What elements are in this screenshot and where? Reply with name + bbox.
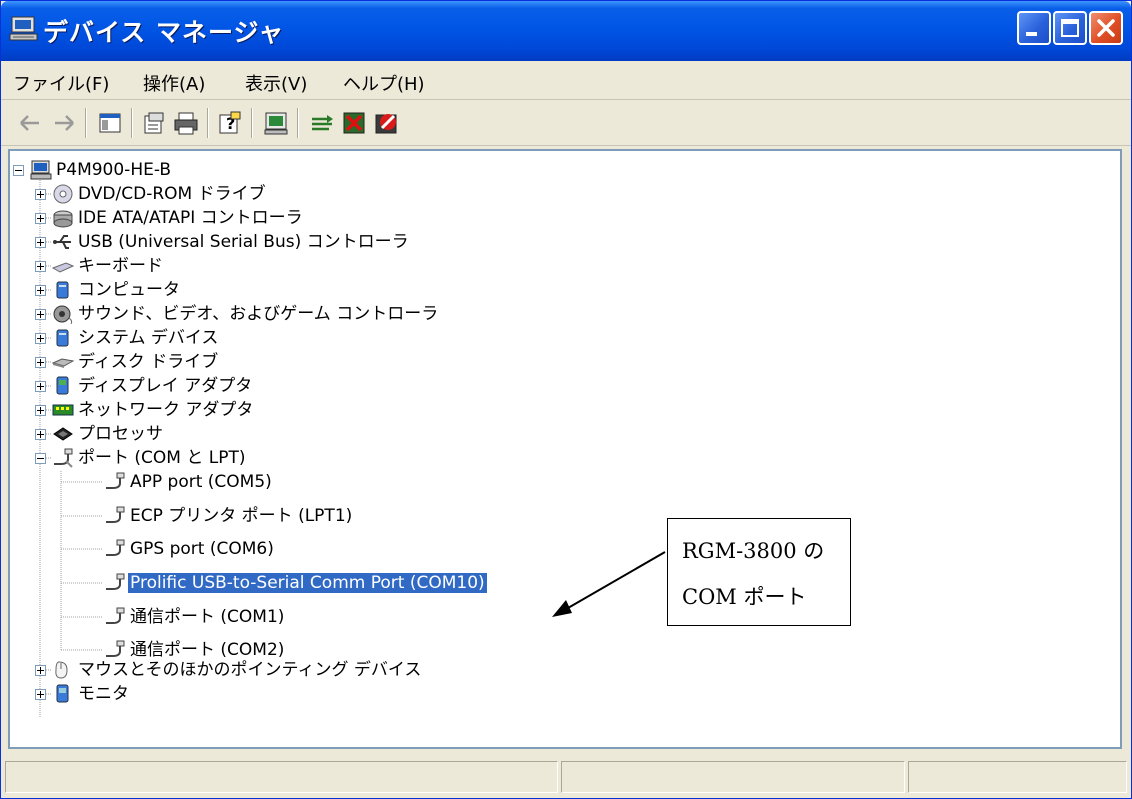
expand-toggle[interactable]	[35, 689, 46, 700]
back-icon[interactable]	[17, 110, 43, 136]
minimize-button[interactable]	[1017, 11, 1051, 45]
annotation-callout: RGM-3800 の COM ポート	[667, 518, 851, 626]
port-icon	[106, 640, 125, 657]
toolbar-separator	[85, 108, 87, 138]
category-label: ディスプレイ アダプタ	[78, 376, 253, 396]
expand-toggle[interactable]	[35, 665, 46, 676]
menu-bar: ファイル(F) 操作(A) 表示(V) ヘルプ(H)	[1, 61, 1131, 100]
annotation-line-1: RGM-3800 の	[682, 539, 825, 563]
help-icon[interactable]: ?	[217, 110, 243, 136]
properties-icon[interactable]	[141, 110, 167, 136]
menu-action[interactable]: 操作(A)	[143, 70, 205, 96]
disable-icon[interactable]	[373, 110, 399, 136]
computer-unit-icon	[56, 281, 69, 299]
dvd-drive-icon	[53, 184, 73, 204]
close-button[interactable]	[1089, 11, 1123, 45]
expand-toggle[interactable]	[35, 333, 46, 344]
port-label: ECP プリンタ ポート (LPT1)	[130, 506, 353, 526]
toolbar-separator	[297, 108, 299, 138]
maximize-button[interactable]	[1053, 11, 1087, 45]
category-label: プロセッサ	[78, 424, 163, 444]
print-icon[interactable]	[173, 110, 199, 136]
category-label: ディスク ドライブ	[78, 352, 219, 372]
network-adapter-icon	[52, 404, 74, 416]
category-label: IDE ATA/ATAPI コントローラ	[78, 208, 303, 228]
sound-icon	[53, 305, 73, 325]
port-icon	[106, 506, 125, 523]
category-label: USB (Universal Serial Bus) コントローラ	[78, 232, 409, 252]
update-driver-icon[interactable]	[309, 110, 335, 136]
toolbar-separator	[251, 108, 253, 138]
category-label: ネットワーク アダプタ	[78, 400, 254, 420]
port-icon	[106, 573, 125, 590]
port-icon	[106, 472, 125, 489]
expand-toggle[interactable]	[35, 309, 46, 320]
toolbar: ?	[1, 100, 1131, 146]
status-panel	[5, 761, 558, 793]
scan-hardware-icon[interactable]	[263, 110, 289, 136]
console-tree-icon[interactable]	[97, 110, 123, 136]
maximize-icon	[1061, 19, 1079, 37]
menu-help[interactable]: ヘルプ(H)	[343, 70, 425, 96]
port-label: 通信ポート (COM2)	[130, 640, 285, 660]
annotation-line-2: COM ポート	[682, 585, 807, 609]
expand-toggle[interactable]	[35, 213, 46, 224]
toolbar-separator	[207, 108, 209, 138]
expand-toggle[interactable]	[35, 429, 46, 440]
window-title: デバイス マネージャ	[43, 18, 285, 47]
category-label: キーボード	[78, 256, 163, 276]
port-label: Prolific USB-to-Serial Comm Port (COM10)	[127, 572, 488, 594]
close-icon	[1097, 19, 1115, 37]
usb-icon	[53, 235, 71, 249]
expand-toggle[interactable]	[35, 381, 46, 392]
category-label: コンピュータ	[78, 280, 180, 300]
category-label: DVD/CD-ROM ドライブ	[78, 184, 266, 204]
mouse-icon	[55, 661, 68, 679]
forward-icon[interactable]	[51, 110, 77, 136]
port-label: GPS port (COM6)	[130, 539, 274, 559]
category-label: ポート (COM と LPT)	[78, 448, 246, 468]
status-panel	[561, 761, 905, 793]
toolbar-separator	[131, 108, 133, 138]
category-label: マウスとそのほかのポインティング デバイス	[78, 660, 422, 680]
expand-toggle[interactable]	[35, 405, 46, 416]
status-bar	[1, 753, 1131, 798]
port-icon	[106, 539, 125, 556]
title-bar[interactable]: デバイス マネージャ	[1, 1, 1131, 61]
menu-view[interactable]: 表示(V)	[245, 70, 307, 96]
display-adapter-icon	[56, 376, 69, 395]
expand-toggle[interactable]	[35, 261, 46, 272]
expand-toggle[interactable]	[35, 357, 46, 368]
monitor-icon	[56, 684, 69, 703]
computer-icon	[30, 160, 52, 180]
device-tree[interactable]: P4M900-HE-B DVD/CD-ROM ドライブ IDE ATA/ATAP…	[8, 149, 1122, 749]
annotation-arrowhead	[552, 600, 572, 617]
processor-icon	[53, 427, 73, 441]
port-icon	[54, 448, 73, 468]
expand-toggle[interactable]	[35, 189, 46, 200]
expand-toggle[interactable]	[35, 237, 46, 248]
collapse-toggle[interactable]	[35, 453, 46, 464]
menu-file[interactable]: ファイル(F)	[13, 70, 109, 96]
tree-root-label: P4M900-HE-B	[56, 160, 172, 180]
device-manager-window: デバイス マネージャ ファイル(F) 操作(A) 表示(V) ヘルプ(H) ?	[0, 0, 1132, 799]
category-label: サウンド、ビデオ、およびゲーム コントローラ	[78, 304, 439, 324]
computer-icon	[9, 16, 38, 41]
uninstall-icon[interactable]	[341, 110, 367, 136]
system-device-icon	[56, 329, 69, 347]
disk-drive-icon	[52, 358, 74, 368]
category-label: モニタ	[78, 684, 129, 704]
port-label: 通信ポート (COM1)	[130, 607, 285, 627]
port-icon	[106, 607, 125, 624]
keyboard-icon	[52, 262, 74, 273]
expand-toggle[interactable]	[35, 285, 46, 296]
collapse-toggle[interactable]	[13, 165, 24, 176]
annotation-arrow	[567, 551, 666, 609]
minimize-icon	[1026, 32, 1037, 36]
port-label: APP port (COM5)	[130, 472, 272, 492]
category-label: システム デバイス	[78, 328, 219, 348]
status-panel	[908, 761, 1127, 793]
ide-controller-icon	[53, 210, 73, 228]
